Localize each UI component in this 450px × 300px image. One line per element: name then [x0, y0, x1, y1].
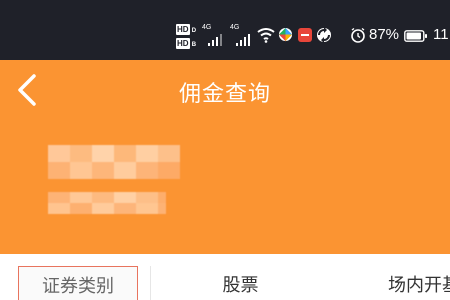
battery-icon [404, 30, 427, 42]
header-banner: 佣金查询 [0, 60, 450, 254]
page-title: 佣金查询 [178, 82, 271, 107]
column-exchange-fund[interactable]: 场内开基 [350, 266, 450, 300]
colorful-app-icon [278, 27, 293, 42]
hd-bottom-label: HD [176, 38, 190, 49]
redacted-account-id [48, 192, 166, 214]
network-type-1: 4G [202, 24, 212, 31]
wifi-icon [257, 28, 275, 43]
hd-top-label: HD [176, 24, 190, 35]
column-stock[interactable]: 股票 [150, 266, 330, 300]
commission-table-header: 证券类别 股票 场内开基 [0, 254, 450, 300]
clock-time: 11 [433, 26, 449, 43]
status-bar: HD D HD B 4G 4G 87% 11 [0, 0, 450, 60]
network-type-2: 4G [230, 24, 240, 31]
column-security-type[interactable]: 证券类别 [18, 266, 138, 300]
app-screen: HD D HD B 4G 4G 87% 11 佣金查询 证券类别 股票 场内开 [0, 0, 450, 300]
red-app-icon [298, 28, 312, 42]
alarm-clock-icon [351, 27, 365, 43]
hd-top-sub: D [191, 28, 197, 34]
hd-bottom-sub: B [191, 42, 197, 48]
hd-volte-indicator: HD D HD B [176, 22, 200, 52]
sync-app-icon [317, 27, 331, 43]
battery-percentage: 87% [369, 26, 400, 43]
redacted-account-name [48, 145, 180, 179]
